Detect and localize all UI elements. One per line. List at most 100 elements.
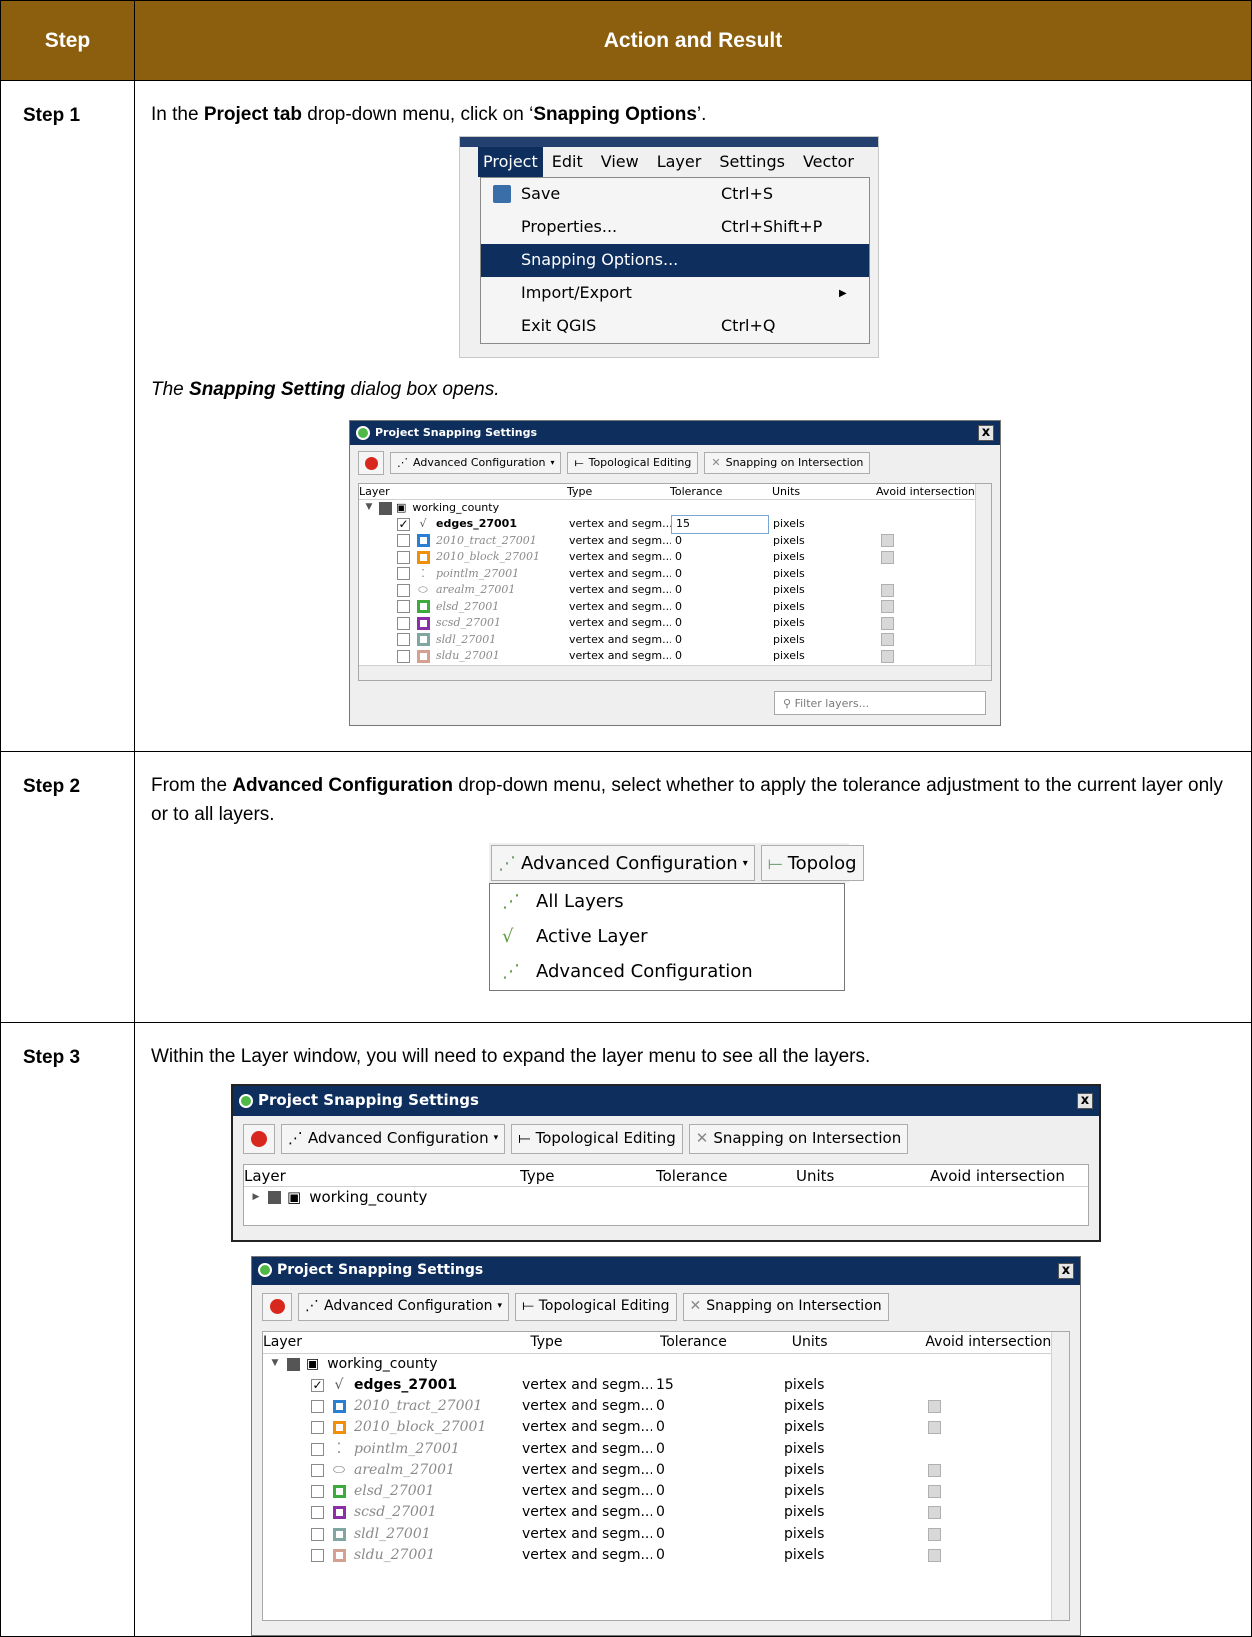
layer-units[interactable]: pixels bbox=[773, 632, 877, 649]
group-row[interactable]: ▼ ▣ working_county bbox=[263, 1354, 1069, 1375]
avoid-intersection-checkbox[interactable] bbox=[881, 600, 894, 614]
layer-checkbox[interactable] bbox=[397, 550, 410, 564]
option-active-layer[interactable]: √ Active Layer bbox=[490, 919, 844, 954]
expand-icon[interactable]: ▼ bbox=[263, 1357, 287, 1371]
menu-layer[interactable]: Layer bbox=[648, 147, 711, 177]
layer-units[interactable]: pixels bbox=[773, 615, 877, 632]
layer-type[interactable]: vertex and segm... bbox=[569, 533, 671, 550]
avoid-intersection-checkbox[interactable] bbox=[881, 534, 894, 548]
snapping-toggle-button[interactable] bbox=[358, 451, 384, 475]
topological-editing-button[interactable]: ⟝ Topological Editing bbox=[567, 451, 699, 475]
advanced-configuration-button[interactable]: ⋰ Advanced Configuration ▾ bbox=[390, 451, 562, 475]
layer-tolerance[interactable]: 0 bbox=[652, 1417, 784, 1438]
layer-row[interactable]: 2010_tract_27001 vertex and segm... 0 pixel… bbox=[263, 1396, 1069, 1417]
avoid-intersection-checkbox[interactable] bbox=[881, 633, 894, 647]
layer-units[interactable]: pixels bbox=[773, 648, 877, 665]
layer-checkbox[interactable] bbox=[311, 1421, 324, 1435]
snapping-intersection-button[interactable]: ✕ Snapping on Intersection bbox=[704, 451, 871, 475]
layer-units[interactable]: pixels bbox=[784, 1396, 918, 1417]
filter-box[interactable]: ⚲ Filter layers... bbox=[774, 691, 986, 715]
layer-type[interactable]: vertex and segm... bbox=[569, 599, 671, 616]
menu-item-exit[interactable]: Exit QGIS Ctrl+Q bbox=[481, 310, 869, 343]
layer-row[interactable]: sldl_27001 vertex and segm... 0 pixels bbox=[359, 632, 991, 649]
close-button[interactable]: x bbox=[978, 425, 994, 441]
layer-units[interactable]: pixels bbox=[773, 516, 877, 533]
avoid-intersection-checkbox[interactable] bbox=[881, 649, 894, 663]
layer-type[interactable]: vertex and segm... bbox=[569, 632, 671, 649]
layer-type[interactable]: vertex and segm... bbox=[569, 516, 671, 533]
layer-type[interactable]: vertex and segm... bbox=[569, 582, 671, 599]
layer-tolerance[interactable]: 0 bbox=[671, 632, 773, 649]
avoid-intersection-checkbox[interactable] bbox=[928, 1506, 941, 1520]
layer-row[interactable]: scsd_27001 vertex and segm... 0 pixels bbox=[359, 615, 991, 632]
avoid-intersection-checkbox[interactable] bbox=[928, 1485, 941, 1499]
layer-units[interactable]: pixels bbox=[784, 1502, 918, 1523]
layer-units[interactable]: pixels bbox=[784, 1417, 918, 1438]
avoid-intersection-checkbox[interactable] bbox=[928, 1527, 941, 1541]
topological-editing-button[interactable]: ⟝ Topological Editing bbox=[511, 1123, 683, 1154]
snapping-toggle-button[interactable] bbox=[262, 1292, 292, 1321]
layer-type[interactable]: vertex and segm... bbox=[522, 1417, 652, 1438]
layer-tolerance[interactable]: 0 bbox=[671, 648, 773, 665]
layer-checkbox[interactable] bbox=[397, 567, 410, 581]
layer-type[interactable]: vertex and segm... bbox=[522, 1439, 652, 1460]
topological-editing-button[interactable]: ⟝ Topological Editing bbox=[515, 1292, 677, 1321]
layer-type[interactable]: vertex and segm... bbox=[569, 648, 671, 665]
avoid-intersection-checkbox[interactable] bbox=[928, 1421, 941, 1435]
layer-tolerance[interactable]: 0 bbox=[652, 1460, 784, 1481]
snapping-intersection-button[interactable]: ✕ Snapping on Intersection bbox=[682, 1292, 889, 1321]
layer-tolerance[interactable]: 0 bbox=[671, 533, 773, 550]
group-row[interactable]: ▼ ▣ working_county bbox=[359, 500, 991, 516]
menu-item-properties[interactable]: Properties... Ctrl+Shift+P bbox=[481, 211, 869, 244]
layer-type[interactable]: vertex and segm... bbox=[522, 1396, 652, 1417]
layer-checkbox[interactable] bbox=[397, 649, 410, 663]
layer-units[interactable]: pixels bbox=[784, 1375, 918, 1396]
menu-item-snapping-options[interactable]: Snapping Options... bbox=[481, 243, 869, 277]
layer-units[interactable]: pixels bbox=[773, 533, 877, 550]
vertical-scrollbar[interactable] bbox=[975, 484, 991, 680]
layer-checkbox[interactable] bbox=[311, 1506, 324, 1520]
layer-type[interactable]: vertex and segm... bbox=[569, 615, 671, 632]
layer-units[interactable]: pixels bbox=[773, 599, 877, 616]
layer-checkbox[interactable] bbox=[311, 1527, 324, 1541]
layer-tolerance[interactable]: 0 bbox=[652, 1439, 784, 1460]
layer-row[interactable]: ⁚ pointlm_27001 vertex and segm... 0 pixels bbox=[359, 566, 991, 583]
layer-checkbox[interactable] bbox=[397, 534, 410, 548]
layer-checkbox[interactable] bbox=[311, 1442, 324, 1456]
layer-checkbox[interactable] bbox=[397, 583, 410, 597]
layer-type[interactable]: vertex and segm... bbox=[522, 1375, 652, 1396]
layer-checkbox[interactable] bbox=[397, 633, 410, 647]
layer-type[interactable]: vertex and segm... bbox=[522, 1481, 652, 1502]
group-checkbox[interactable] bbox=[268, 1191, 281, 1204]
avoid-intersection-checkbox[interactable] bbox=[881, 616, 894, 630]
horizontal-scrollbar[interactable] bbox=[359, 665, 991, 680]
layer-row[interactable]: ⬭ arealm_27001 vertex and segm... 0 pixels bbox=[359, 582, 991, 599]
layer-row[interactable]: sldu_27001 vertex and segm... 0 pixels bbox=[359, 648, 991, 665]
expand-icon[interactable]: ▼ bbox=[359, 501, 379, 515]
layer-units[interactable]: pixels bbox=[784, 1524, 918, 1545]
layer-tolerance[interactable]: 0 bbox=[671, 566, 773, 583]
advanced-configuration-button[interactable]: ⋰ Advanced Configuration ▾ bbox=[298, 1292, 510, 1321]
layer-type[interactable]: vertex and segm... bbox=[522, 1524, 652, 1545]
option-all-layers[interactable]: ⋰ All Layers bbox=[490, 884, 844, 919]
snapping-toggle-button[interactable] bbox=[243, 1123, 275, 1154]
layer-units[interactable]: pixels bbox=[784, 1460, 918, 1481]
layer-tolerance[interactable]: 0 bbox=[652, 1396, 784, 1417]
checked-checkbox[interactable]: ✓ bbox=[397, 517, 410, 531]
checked-checkbox[interactable]: ✓ bbox=[311, 1378, 324, 1392]
layer-row[interactable]: sldl_27001 vertex and segm... 0 pixels bbox=[263, 1524, 1069, 1545]
layer-row[interactable]: elsd_27001 vertex and segm... 0 pixels bbox=[263, 1481, 1069, 1502]
advanced-configuration-dropdown[interactable]: ⋰ Advanced Configuration ▾ bbox=[491, 845, 755, 881]
layer-tolerance[interactable]: 0 bbox=[671, 599, 773, 616]
menu-settings[interactable]: Settings bbox=[710, 147, 794, 177]
layer-row[interactable]: ✓ √ edges_27001 vertex and segm... 15 pixels bbox=[263, 1375, 1069, 1396]
topological-editing-button[interactable]: ⟝ Topolog bbox=[760, 845, 864, 881]
layer-type[interactable]: vertex and segm... bbox=[569, 549, 671, 566]
advanced-configuration-button[interactable]: ⋰ Advanced Configuration ▾ bbox=[281, 1123, 506, 1154]
layer-units[interactable]: pixels bbox=[784, 1545, 918, 1566]
menu-edit[interactable]: Edit bbox=[543, 147, 592, 177]
snapping-intersection-button[interactable]: ✕ Snapping on Intersection bbox=[688, 1123, 909, 1154]
layer-units[interactable]: pixels bbox=[773, 582, 877, 599]
group-checkbox[interactable] bbox=[379, 501, 392, 515]
layer-type[interactable]: vertex and segm... bbox=[569, 566, 671, 583]
